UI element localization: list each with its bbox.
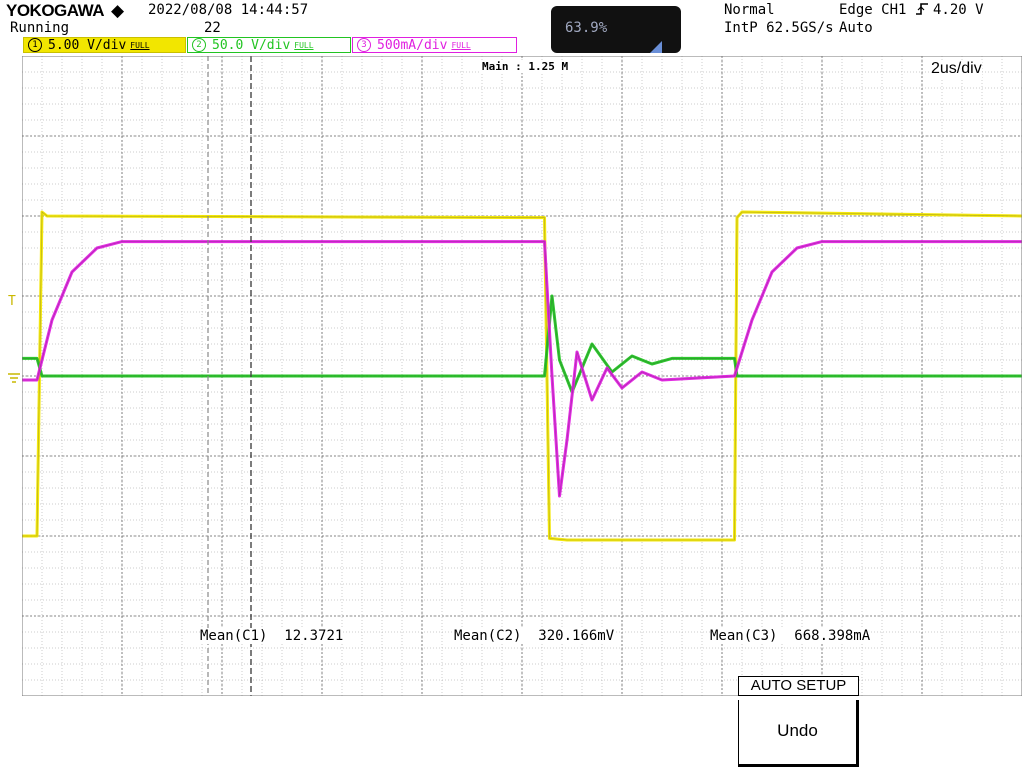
channel-3-scale: 500mA/div	[377, 37, 448, 53]
zoom-corner-icon	[650, 41, 662, 53]
trigger-level: 4.20 V	[933, 2, 984, 18]
ground-marker-icon	[8, 373, 20, 383]
measurement-c1-value: 12.3721	[284, 628, 344, 644]
sample-rate: IntP 62.5GS/s	[724, 20, 834, 36]
channel-2-scale: 50.0 V/div	[212, 37, 291, 53]
auto-setup-menu-title: AUTO SETUP	[738, 676, 859, 696]
channel-1-bandwidth: FULL	[130, 40, 150, 50]
channel-1-number: 1	[28, 38, 42, 52]
timebase-label: 2us/div	[931, 60, 982, 78]
channel-1-scale: 5.00 V/div	[48, 37, 127, 53]
measurement-c2-value: 320.166mV	[538, 628, 615, 644]
waveform-display[interactable]	[22, 56, 1022, 696]
channel-2-number: 2	[192, 38, 206, 52]
trigger-auto: Auto	[839, 20, 873, 36]
trigger-source: Edge CH1	[839, 2, 907, 18]
brand-diamond-icon: ◆	[111, 1, 125, 21]
acquisition-count: 22	[204, 20, 221, 36]
measurement-c1-label: Mean(C1)	[200, 628, 268, 644]
measurement-c2: Mean(C2) 320.166mV	[454, 628, 615, 644]
brand-logo: YOKOGAWA	[6, 1, 105, 20]
rising-edge-icon	[916, 3, 928, 15]
undo-button[interactable]: Undo	[738, 700, 859, 767]
datetime: 2022/08/08 14:44:57	[148, 2, 309, 18]
channel-2-bandwidth: FULL	[294, 40, 314, 50]
measurement-c1: Mean(C1) 12.3721	[200, 628, 344, 644]
channel-3-box[interactable]: 3 500mA/div FULL	[352, 37, 517, 53]
channel-2-box[interactable]: 2 50.0 V/div FULL	[187, 37, 351, 53]
trigger-level-marker: T	[8, 294, 16, 309]
channel-1-box[interactable]: 1 5.00 V/div FULL	[23, 37, 186, 53]
main-record-label: Main : 1.25 M	[480, 60, 571, 73]
measurement-c3-label: Mean(C3)	[710, 628, 778, 644]
run-state: Running	[10, 20, 70, 36]
zoom-value: 63.9%	[565, 20, 608, 36]
measurement-c2-label: Mean(C2)	[454, 628, 522, 644]
channel-3-number: 3	[357, 38, 371, 52]
measurement-c3-value: 668.398mA	[794, 628, 871, 644]
channel-3-bandwidth: FULL	[451, 40, 471, 50]
trigger-mode: Normal	[724, 2, 775, 18]
measurement-c3: Mean(C3) 668.398mA	[710, 628, 871, 644]
